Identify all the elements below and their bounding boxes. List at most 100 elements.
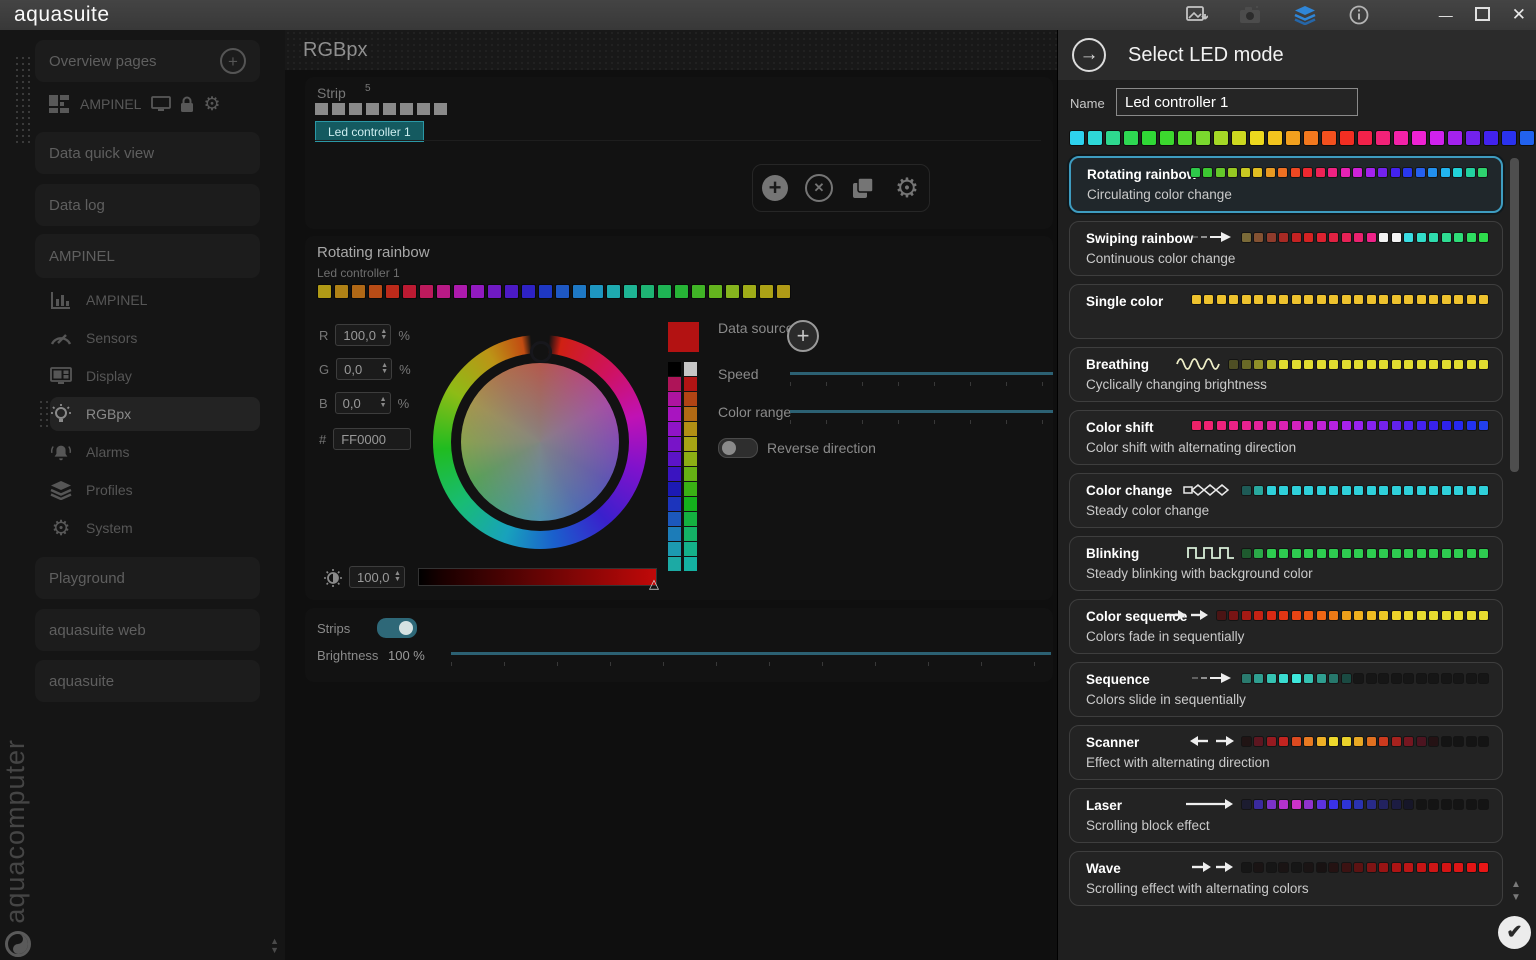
copy-button[interactable] (846, 171, 880, 205)
palette-swatch[interactable] (684, 467, 697, 481)
palette-swatch[interactable] (684, 482, 697, 496)
palette-swatch[interactable] (684, 437, 697, 451)
close-button[interactable]: ✕ (1512, 8, 1526, 22)
led-mode-option-color-sequence[interactable]: Color sequence Colors fade in sequential… (1069, 599, 1503, 654)
palette-swatch[interactable] (668, 497, 681, 511)
sidebar-item-profiles[interactable]: Profiles (50, 473, 260, 507)
value-gradient-bar[interactable] (418, 568, 657, 586)
red-value-stepper[interactable]: ▲▼ (335, 324, 391, 346)
palette-swatch[interactable] (668, 377, 681, 391)
maximize-button[interactable] (1475, 7, 1490, 23)
palette-swatch[interactable] (684, 407, 697, 421)
led-mode-option-scanner[interactable]: Scanner Effect with alternating directio… (1069, 725, 1503, 780)
palette-swatch[interactable] (668, 527, 681, 541)
sidebar-item-data-log[interactable]: Data log (35, 184, 260, 226)
sidebar-item-system[interactable]: ⚙ System (50, 511, 260, 545)
value-brightness-stepper[interactable]: ▲▼ (349, 566, 405, 588)
led-mode-option-breathing[interactable]: Breathing Cyclically changing brightness (1069, 347, 1503, 402)
export-image-icon[interactable] (1180, 0, 1214, 32)
palette-swatch[interactable] (668, 467, 681, 481)
minimize-button[interactable]: — (1439, 8, 1453, 22)
led-mode-option-single-color[interactable]: Single color (1069, 284, 1503, 339)
controller-name-input[interactable] (1116, 88, 1358, 116)
page-settings-gear-icon[interactable]: ⚙ (203, 95, 220, 114)
palette-swatch[interactable] (684, 392, 697, 406)
confirm-check-button[interactable]: ✔ (1498, 916, 1531, 949)
hue-handle[interactable] (530, 341, 552, 363)
value-brightness-input[interactable] (357, 570, 391, 585)
led-mode-option-blinking[interactable]: Blinking Steady blinking with background… (1069, 536, 1503, 591)
red-value-input[interactable] (343, 328, 377, 343)
blue-value-stepper[interactable]: ▲▼ (335, 392, 391, 414)
palette-swatch[interactable] (668, 512, 681, 526)
led-mode-option-rotating-rainbow[interactable]: Rotating rainbow Circulating color chang… (1069, 156, 1503, 213)
sidebar-item-ampinel-overview[interactable]: AMPINEL (50, 283, 260, 317)
current-color-swatch[interactable] (668, 322, 699, 352)
palette-swatch[interactable] (668, 407, 681, 421)
color-range-slider[interactable] (790, 410, 1053, 413)
strips-toggle[interactable] (377, 618, 417, 638)
led-mode-option-swiping-rainbow[interactable]: Swiping rainbow Continuous color change (1069, 221, 1503, 276)
palette-swatch[interactable] (668, 362, 681, 376)
sidebar-item-display[interactable]: Display (50, 359, 260, 393)
stepper-arrows-icon[interactable]: ▲▼ (380, 329, 387, 341)
speed-slider[interactable] (790, 372, 1053, 375)
green-value-input[interactable] (344, 362, 378, 377)
sidebar-item-playground[interactable]: Playground (35, 557, 260, 599)
delete-button[interactable]: ✕ (802, 171, 836, 205)
sidebar-overview-pages[interactable]: Overview pages + (35, 40, 260, 82)
palette-swatch[interactable] (684, 362, 697, 376)
brightness-slider[interactable] (451, 652, 1051, 655)
blue-value-input[interactable] (343, 396, 377, 411)
led-mode-option-sequence[interactable]: Sequence Colors slide in sequentially (1069, 662, 1503, 717)
palette-swatch[interactable] (668, 452, 681, 466)
reverse-direction-toggle[interactable] (718, 438, 758, 458)
add-data-source-button[interactable]: + (787, 320, 819, 352)
sidebar-scroll-arrows[interactable]: ▲▼ (270, 937, 279, 954)
palette-swatch[interactable] (668, 482, 681, 496)
sidebar-item-rgbpx[interactable]: RGBpx (50, 397, 260, 431)
add-overview-page-icon[interactable]: + (220, 48, 246, 74)
palette-swatch[interactable] (684, 542, 697, 556)
sidebar-item-alarms[interactable]: Alarms (50, 435, 260, 469)
palette-swatch[interactable] (684, 557, 697, 571)
monitor-icon[interactable] (151, 96, 171, 112)
palette-swatch[interactable] (668, 542, 681, 556)
add-button[interactable]: + (758, 171, 792, 205)
sidebar-item-data-quick-view[interactable]: Data quick view (35, 132, 260, 174)
palette-swatch[interactable] (668, 557, 681, 571)
hex-color-input[interactable] (333, 428, 411, 450)
palette-grid[interactable] (668, 362, 699, 571)
palette-swatch[interactable] (684, 422, 697, 436)
led-mode-option-wave[interactable]: Wave Scrolling effect with alternating c… (1069, 851, 1503, 906)
apply-arrow-icon[interactable]: → (1072, 38, 1106, 72)
sidebar-item-ampinel-device[interactable]: AMPINEL (35, 234, 260, 278)
layers-sync-icon[interactable] (1288, 0, 1322, 32)
screenshot-camera-icon[interactable] (1234, 0, 1268, 32)
controller-tab[interactable]: Led controller 1 (315, 121, 424, 142)
palette-swatch[interactable] (684, 497, 697, 511)
list-scroll-arrows[interactable]: ▲▼ (1511, 880, 1521, 902)
color-wheel[interactable] (433, 335, 647, 549)
sidebar-item-aquasuite[interactable]: aquasuite (35, 660, 260, 702)
led-mode-option-color-shift[interactable]: Color shift Color shift with alternating… (1069, 410, 1503, 465)
stepper-arrows-icon[interactable]: ▲▼ (381, 363, 388, 375)
gradient-slider-handle[interactable]: △ (649, 576, 659, 592)
led-mode-option-laser[interactable]: Laser Scrolling block effect (1069, 788, 1503, 843)
led-mode-option-color-change[interactable]: Color change Steady color change (1069, 473, 1503, 528)
scrollbar-thumb[interactable] (1510, 158, 1519, 472)
palette-swatch[interactable] (668, 392, 681, 406)
strip-led-row[interactable] (315, 103, 447, 115)
sidebar-item-aquasuite-web[interactable]: aquasuite web (35, 609, 260, 651)
palette-swatch[interactable] (684, 377, 697, 391)
lock-icon[interactable] (180, 96, 194, 113)
palette-swatch[interactable] (668, 437, 681, 451)
palette-swatch[interactable] (668, 422, 681, 436)
green-value-stepper[interactable]: ▲▼ (336, 358, 392, 380)
palette-swatch[interactable] (684, 512, 697, 526)
stepper-arrows-icon[interactable]: ▲▼ (380, 397, 387, 409)
palette-swatch[interactable] (684, 527, 697, 541)
info-icon[interactable] (1342, 0, 1376, 32)
stepper-arrows-icon[interactable]: ▲▼ (394, 571, 401, 583)
sidebar-item-sensors[interactable]: Sensors (50, 321, 260, 355)
